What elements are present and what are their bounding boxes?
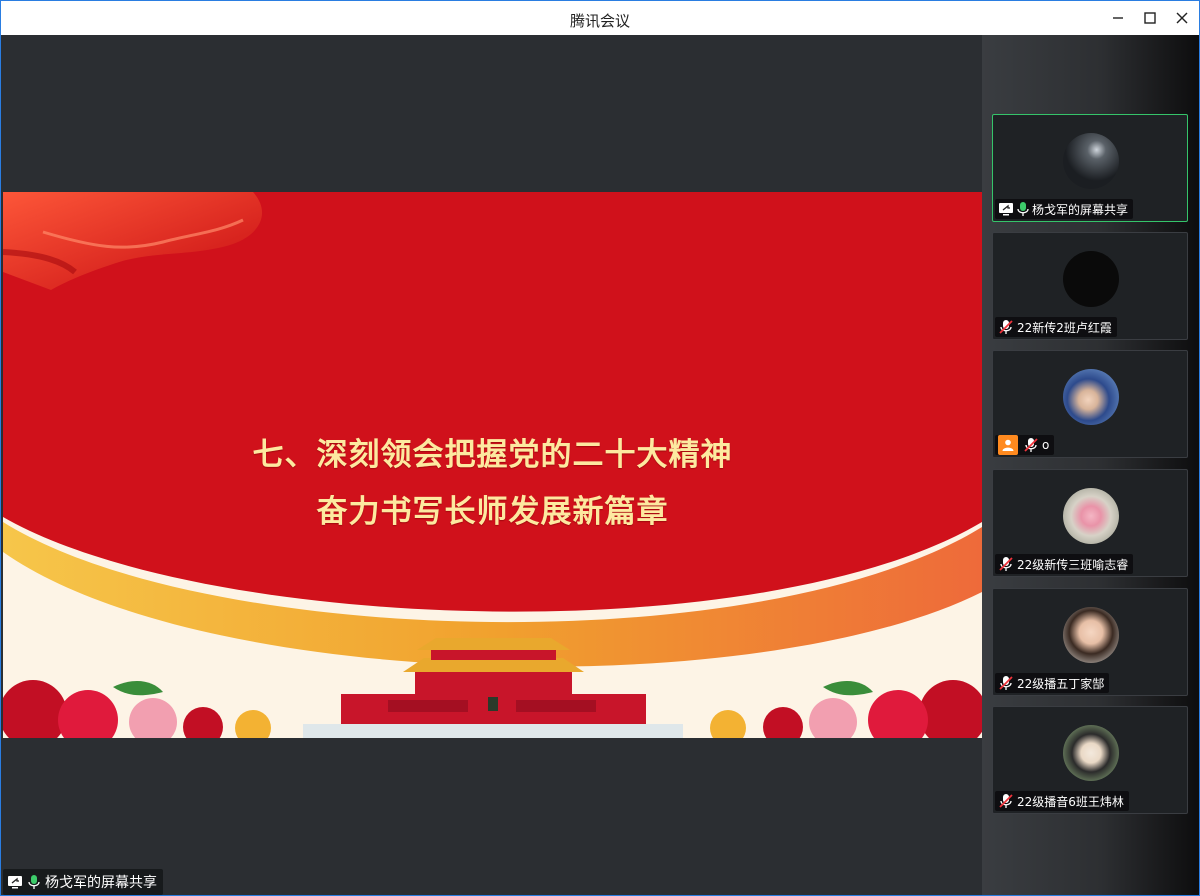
maximize-button[interactable] bbox=[1137, 7, 1163, 29]
mic-muted-icon bbox=[998, 556, 1014, 572]
window-title: 腾讯会议 bbox=[569, 12, 630, 30]
participant-tile[interactable]: 22级新传三班喻志睿 bbox=[992, 469, 1188, 577]
mic-muted-icon bbox=[998, 793, 1014, 809]
participant-tile[interactable]: 22级播五丁家郜 bbox=[992, 588, 1188, 696]
avatar bbox=[1063, 607, 1119, 663]
participant-panel: 杨戈军的屏幕共享 22新传2班卢红霞 o 22级新传三班喻志睿 22级播五丁家郜… bbox=[982, 35, 1199, 895]
participant-label: 22级播五丁家郜 bbox=[995, 673, 1110, 693]
mic-muted-icon bbox=[998, 319, 1014, 335]
participant-label: 杨戈军的屏幕共享 bbox=[995, 199, 1134, 219]
maximize-icon bbox=[1144, 12, 1156, 24]
participant-name: 杨戈军的屏幕共享 bbox=[1032, 202, 1129, 217]
screen-share-label: 杨戈军的屏幕共享 bbox=[3, 869, 163, 895]
slide-title-line2: 奋力书写长师发展新篇章 bbox=[316, 494, 669, 530]
participant-name: 22级播音6班王炜林 bbox=[1017, 794, 1124, 809]
screen-share-name: 杨戈军的屏幕共享 bbox=[45, 875, 157, 891]
participant-tile[interactable]: 22级播音6班王炜林 bbox=[992, 706, 1188, 814]
participant-label: o bbox=[995, 435, 1055, 455]
host-icon bbox=[998, 435, 1018, 455]
minimize-icon bbox=[1113, 17, 1123, 19]
avatar bbox=[1063, 488, 1119, 544]
close-button[interactable] bbox=[1169, 7, 1195, 29]
participant-tile[interactable]: 杨戈军的屏幕共享 bbox=[992, 114, 1188, 222]
avatar bbox=[1063, 251, 1119, 307]
meeting-window: 腾讯会议 七、深刻领会把握党的二十大精神 奋力书写长师发展新篇章 杨戈军的屏幕共… bbox=[0, 0, 1200, 896]
title-bar: 腾讯会议 bbox=[1, 1, 1199, 35]
avatar bbox=[1063, 369, 1119, 425]
participant-name: 22级播五丁家郜 bbox=[1017, 676, 1105, 691]
screen-share-icon bbox=[7, 875, 23, 889]
screen-share-icon bbox=[998, 202, 1014, 216]
presentation-slide: 七、深刻领会把握党的二十大精神 奋力书写长师发展新篇章 bbox=[3, 192, 982, 738]
mic-muted-icon bbox=[998, 675, 1014, 691]
mic-icon bbox=[1017, 201, 1029, 217]
minimize-button[interactable] bbox=[1105, 7, 1131, 29]
mic-icon bbox=[28, 874, 40, 890]
avatar bbox=[1063, 133, 1119, 189]
avatar bbox=[1063, 725, 1119, 781]
close-icon bbox=[1176, 12, 1188, 24]
participant-name: 22级新传三班喻志睿 bbox=[1017, 557, 1129, 572]
participant-tile[interactable]: o bbox=[992, 350, 1188, 458]
participant-label: 22级播音6班王炜林 bbox=[995, 791, 1129, 811]
participant-name: o bbox=[1042, 438, 1050, 452]
participant-tile[interactable]: 22新传2班卢红霞 bbox=[992, 232, 1188, 340]
participant-label: 22级新传三班喻志睿 bbox=[995, 554, 1134, 574]
slide-title-line1: 七、深刻领会把握党的二十大精神 bbox=[252, 437, 733, 473]
shared-screen-area[interactable]: 七、深刻领会把握党的二十大精神 奋力书写长师发展新篇章 bbox=[3, 35, 982, 895]
mic-muted-icon bbox=[1023, 437, 1039, 453]
participant-name: 22新传2班卢红霞 bbox=[1017, 320, 1112, 335]
participant-label: 22新传2班卢红霞 bbox=[995, 317, 1117, 337]
